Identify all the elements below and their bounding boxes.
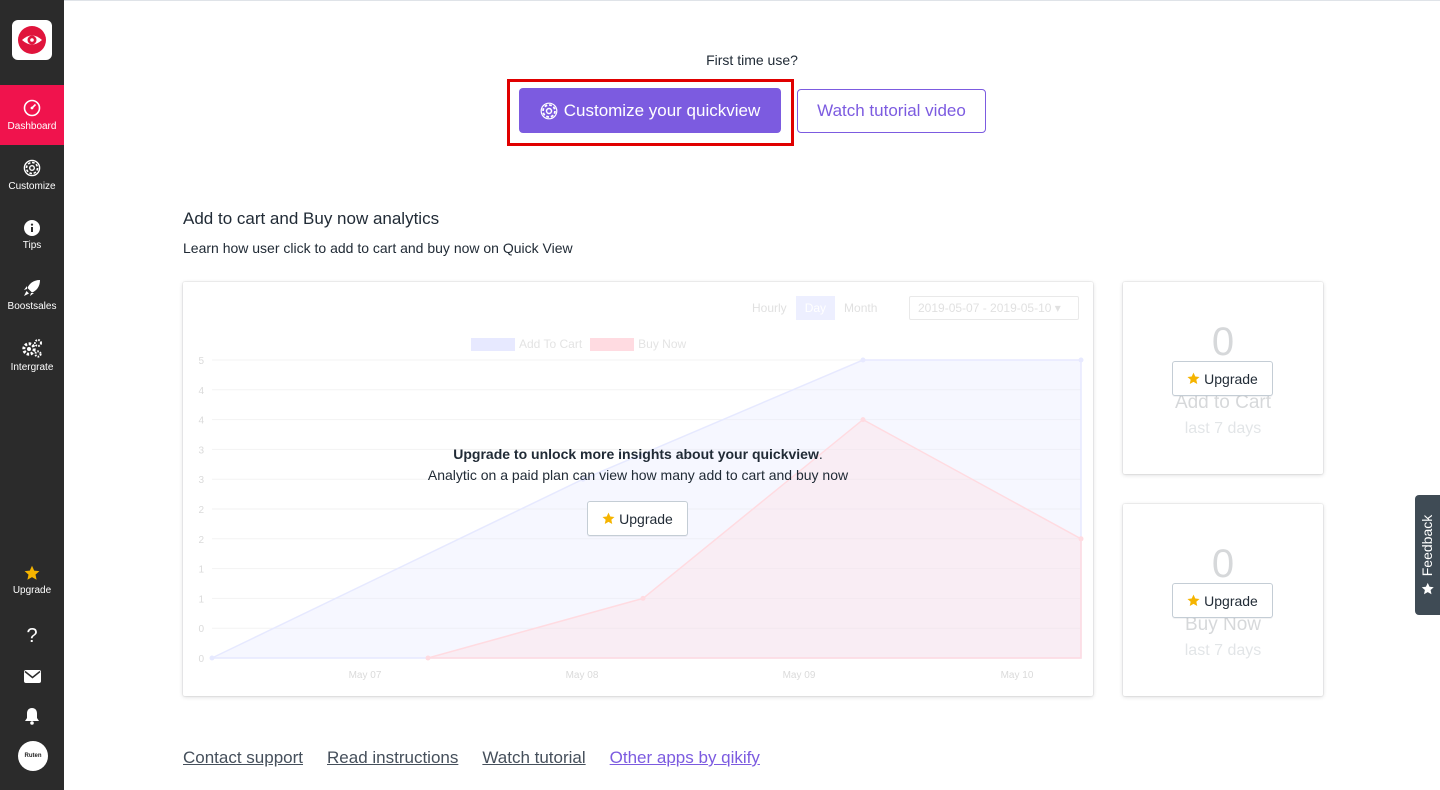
data-point	[209, 655, 215, 661]
sidebar-item-boostsales[interactable]: Boostsales	[0, 265, 64, 325]
y-tick-label: 0	[198, 654, 204, 665]
top-border	[0, 0, 1440, 1]
feedback-label: Feedback	[1419, 514, 1436, 577]
x-tick-label: May 08	[566, 670, 599, 681]
footer-links: Contact support Read instructions Watch …	[183, 748, 760, 768]
contact-support-link[interactable]: Contact support	[183, 748, 303, 768]
star-icon	[602, 512, 615, 525]
star-icon	[24, 565, 40, 580]
stat-upgrade-button[interactable]: Upgrade	[1172, 361, 1273, 396]
data-point	[1078, 536, 1084, 542]
question-icon: ?	[26, 624, 38, 647]
analytics-subtitle: Learn how user click to add to cart and …	[183, 240, 573, 256]
y-tick-label: 5	[198, 356, 204, 367]
stat-period: last 7 days	[1184, 420, 1262, 437]
gear-icon	[540, 102, 558, 119]
first-time-prompt: First time use?	[706, 52, 798, 68]
data-point	[425, 655, 431, 661]
bell-icon	[25, 708, 39, 725]
feedback-tab[interactable]: Feedback	[1415, 495, 1440, 615]
sidebar-item-intergrate[interactable]: Intergrate	[0, 325, 64, 385]
upgrade-label: Upgrade	[1204, 592, 1258, 609]
y-tick-label: 2	[198, 535, 204, 546]
locked-title: Upgrade to unlock more insights about yo…	[453, 446, 823, 462]
read-instructions-link[interactable]: Read instructions	[327, 748, 458, 768]
sidebar-item-label: Dashboard	[7, 120, 57, 132]
y-tick-label: 2	[198, 505, 204, 516]
upgrade-label: Upgrade	[619, 510, 673, 527]
stat-value: 0	[1211, 320, 1235, 364]
stat-value: 0	[1211, 542, 1235, 586]
star-icon	[1421, 582, 1434, 595]
gauge-icon	[23, 99, 41, 116]
avatar[interactable]: Ruten	[18, 741, 48, 771]
info-icon	[24, 219, 40, 236]
watch-tutorial-link[interactable]: Watch tutorial	[482, 748, 585, 768]
area-chart: 00112233445May 07 May 08 May 09 May 10	[198, 356, 1084, 681]
sidebar-upgrade[interactable]: Upgrade	[0, 555, 64, 605]
upgrade-label: Upgrade	[1204, 370, 1258, 387]
watch-tutorial-video-button[interactable]: Watch tutorial video	[797, 89, 986, 133]
stat-upgrade-button[interactable]: Upgrade	[1172, 583, 1273, 618]
sidebar-item-label: Boostsales	[7, 300, 57, 312]
sidebar: Dashboard Customize Tips Boostsales Inte…	[0, 0, 64, 790]
star-icon	[1187, 594, 1200, 607]
y-tick-label: 4	[198, 416, 204, 427]
x-tick-label: May 10	[1001, 670, 1034, 681]
avatar-text: Ruten	[24, 753, 42, 759]
stat-card-buy-now: 0 Buy Now last 7 days Upgrade	[1123, 504, 1323, 696]
sidebar-item-label: Customize	[8, 180, 56, 192]
notifications-button[interactable]	[0, 699, 64, 733]
y-tick-label: 0	[198, 624, 204, 635]
data-point	[1078, 357, 1084, 363]
sidebar-item-label: Intergrate	[10, 361, 54, 373]
sidebar-item-tips[interactable]: Tips	[0, 205, 64, 265]
eye-icon	[18, 26, 46, 54]
x-tick-label: May 09	[783, 670, 816, 681]
gears-icon	[22, 338, 42, 358]
data-point	[860, 357, 866, 363]
help-button[interactable]: ?	[0, 619, 64, 653]
chart-preview: Hourly Day Month 2019-05-07 - 2019-05-10…	[183, 282, 1093, 696]
data-point	[860, 417, 866, 423]
stat-period: last 7 days	[1184, 642, 1262, 659]
x-tick-label: May 07	[349, 670, 382, 681]
customize-quickview-label: Customize your quickview	[563, 100, 761, 120]
y-tick-label: 1	[198, 565, 204, 576]
gear-icon	[23, 159, 41, 176]
rocket-icon	[24, 279, 40, 296]
analytics-title: Add to cart and Buy now analytics	[183, 209, 440, 228]
customize-quickview-button[interactable]: Customize your quickview	[519, 88, 781, 133]
messages-button[interactable]	[0, 659, 64, 693]
other-apps-link[interactable]: Other apps by qikify	[610, 748, 760, 768]
y-tick-label: 1	[198, 594, 204, 605]
sidebar-item-dashboard[interactable]: Dashboard	[0, 85, 64, 145]
data-point	[640, 595, 646, 601]
mail-icon	[23, 669, 41, 683]
star-icon	[1187, 372, 1200, 385]
analytics-chart-card: Hourly Day Month 2019-05-07 - 2019-05-10…	[183, 282, 1093, 696]
locked-subtitle: Analytic on a paid plan can view how man…	[427, 467, 849, 483]
sidebar-upgrade-label: Upgrade	[12, 584, 52, 596]
chart-upgrade-button[interactable]: Upgrade	[587, 501, 688, 536]
stat-card-add-to-cart: 0 Add to Cart last 7 days Upgrade	[1123, 282, 1323, 474]
y-tick-label: 4	[198, 386, 204, 397]
sidebar-item-label: Tips	[22, 239, 42, 251]
sidebar-item-customize[interactable]: Customize	[0, 145, 64, 205]
